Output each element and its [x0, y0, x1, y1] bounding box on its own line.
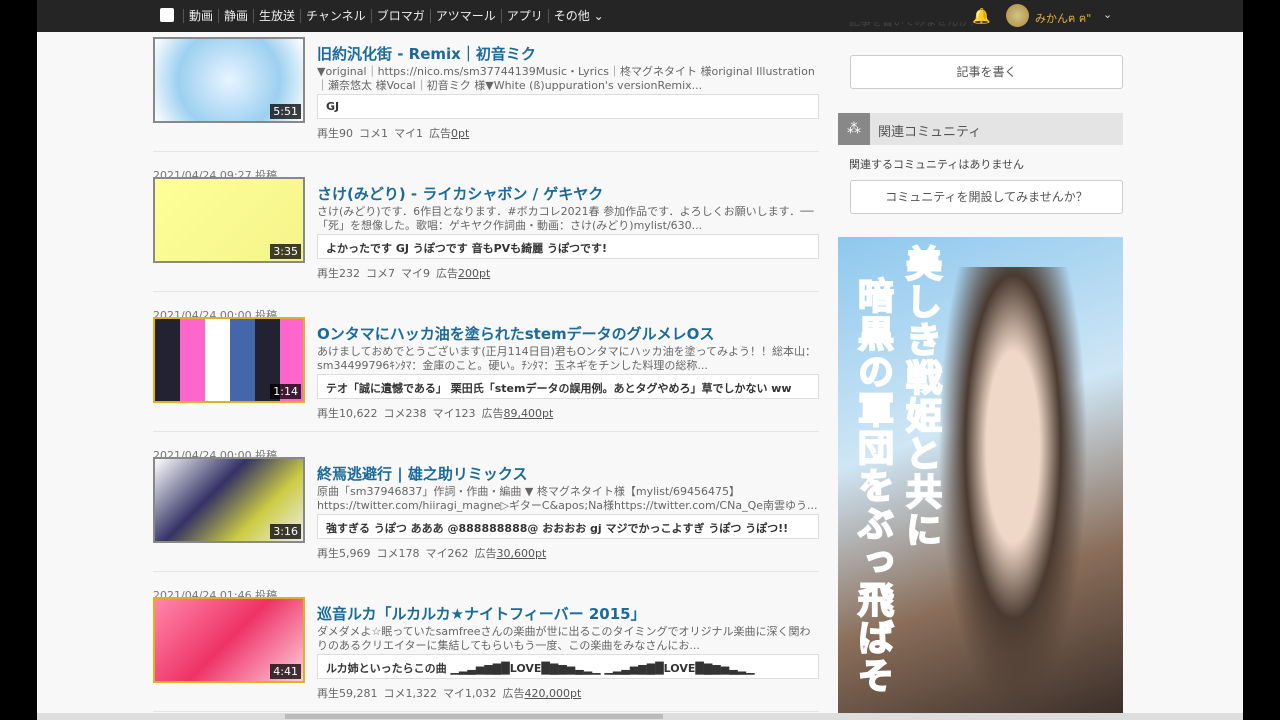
- video-item: 2021/04/24 01:46 投稿 4:41 巡音ルカ「ルカルカ★ナイトフィ…: [153, 587, 819, 720]
- niconico-logo-icon[interactable]: [160, 8, 174, 22]
- horizontal-scrollbar[interactable]: [37, 713, 1243, 720]
- nav-live[interactable]: 生放送: [253, 9, 300, 23]
- mylist-count: マイ123: [432, 407, 476, 420]
- comment-count: コメ178: [376, 547, 420, 560]
- nav-seiga[interactable]: 静画: [218, 9, 253, 23]
- ad-points-link[interactable]: 89,400pt: [504, 407, 554, 420]
- mylist-count: マイ1: [394, 127, 423, 140]
- latest-comments: ルカ姉といったらこの曲 ▁▂▃▅▆▇█LOVE█▇▆▅▃▂▁ ▁▂▃▅▆▇█LO…: [317, 654, 819, 679]
- video-thumbnail[interactable]: 1:14: [153, 317, 305, 403]
- video-item: 5:51 旧約汎化街 - Remix｜初音ミク ▼original｜https:…: [153, 27, 819, 167]
- page: 動画 静画 生放送 チャンネル ブロマガ アツマール アプリ その他 ⌄ 🔔 み…: [37, 0, 1243, 720]
- video-thumbnail[interactable]: 5:51: [153, 37, 305, 123]
- comment-count: コメ238: [383, 407, 427, 420]
- ad-banner[interactable]: 美しき戦姫と共に 暗黒の軍団をぶっ飛ばそ: [838, 237, 1123, 717]
- ad-label: 広告: [474, 547, 497, 560]
- create-community-button[interactable]: コミュニティを開設してみませんか？: [850, 180, 1123, 214]
- video-item: 2021/04/24 09:27 投稿 3:35 さけ(みどり) - ライカシャ…: [153, 167, 819, 307]
- video-duration: 1:14: [270, 384, 301, 399]
- video-stats: 再生5,969 コメ178 マイ262 広告30,600pt: [317, 545, 546, 561]
- latest-comments: 強すぎる うぽつ あああ @888888888@ おおおお gj マジでかっこよ…: [317, 514, 819, 539]
- divider: [153, 571, 819, 572]
- video-duration: 3:16: [270, 524, 301, 539]
- ad-label: 広告: [436, 267, 458, 280]
- divider: [153, 151, 819, 152]
- video-duration: 3:35: [270, 244, 301, 259]
- comment-count: コメ7: [366, 267, 395, 280]
- divider: [153, 711, 819, 712]
- video-stats: 再生90 コメ1 マイ1 広告0pt: [317, 125, 469, 141]
- video-stats: 再生232 コメ7 マイ9 広告200pt: [317, 265, 490, 281]
- video-thumbnail[interactable]: 4:41: [153, 597, 305, 683]
- video-item: 2021/04/24 00:00 投稿 1:14 Oンタマにハッカ油を塗られたs…: [153, 307, 819, 447]
- view-count: 再生5,969: [317, 547, 371, 560]
- video-duration: 4:41: [270, 664, 301, 679]
- divider: [153, 431, 819, 432]
- video-stats: 再生59,281 コメ1,322 マイ1,032 広告420,000pt: [317, 685, 581, 701]
- community-icon: ⁂: [838, 113, 870, 145]
- mylist-count: マイ9: [401, 267, 430, 280]
- write-article-button[interactable]: 記事を書く: [850, 55, 1123, 89]
- view-count: 再生90: [317, 127, 353, 140]
- community-header: ⁂ 関連コミュニティ: [838, 113, 1123, 145]
- scrollbar-thumb[interactable]: [285, 714, 663, 719]
- ad-label: 広告: [481, 407, 504, 420]
- video-title-link[interactable]: 終焉逃避行 | 雄之助リミックス: [317, 463, 527, 484]
- view-count: 再生232: [317, 267, 360, 280]
- ad-text-line1: 美しき戦姫と共に: [899, 244, 942, 550]
- view-count: 再生59,281: [317, 687, 378, 700]
- chevron-down-icon: ⌄: [593, 9, 604, 23]
- latest-comments: GJ: [317, 94, 819, 119]
- chevron-down-icon[interactable]: ⌄: [1103, 8, 1112, 21]
- ad-text-line2: 暗黒の軍団をぶっ飛ばそ: [851, 276, 894, 696]
- nav-channel[interactable]: チャンネル: [300, 9, 371, 23]
- video-duration: 5:51: [270, 104, 301, 119]
- video-description: さけ(みどり)です．6作目となります．#ボカコレ2021春 参加作品です．よろし…: [317, 205, 814, 232]
- mylist-count: マイ262: [425, 547, 469, 560]
- video-description: ▼original｜https://nico.ms/sm37744139Musi…: [317, 65, 815, 92]
- nav-blomaga[interactable]: ブロマガ: [370, 9, 430, 23]
- mylist-count: マイ1,032: [443, 687, 497, 700]
- video-description: 原曲「sm37946837」作詞・作曲・編曲 ▼ 柊マグネタイト様【mylist…: [317, 485, 818, 512]
- comment-count: コメ1,322: [383, 687, 438, 700]
- ad-points-link[interactable]: 200pt: [458, 267, 490, 280]
- ad-label: 広告: [429, 127, 451, 140]
- video-thumbnail[interactable]: 3:35: [153, 177, 305, 263]
- community-none-text: 関連するコミュニティはありません: [849, 158, 1025, 171]
- username[interactable]: みかんฅ ฅ": [1035, 9, 1091, 27]
- latest-comments: よかったです GJ うぽつです 音もPVも綺麗 うぽつです!: [317, 234, 819, 259]
- nav-douga[interactable]: 動画: [183, 9, 218, 23]
- video-title-link[interactable]: さけ(みどり) - ライカシャボン / ゲキヤク: [317, 183, 603, 204]
- avatar[interactable]: [1006, 4, 1029, 27]
- video-title-link[interactable]: 巡音ルカ「ルカルカ★ナイトフィーバー 2015」: [317, 603, 646, 624]
- ad-label: 広告: [502, 687, 525, 700]
- nav-atsumaru[interactable]: アツマール: [429, 9, 501, 23]
- video-thumbnail[interactable]: 3:16: [153, 457, 305, 543]
- divider: [153, 291, 819, 292]
- nav-more-label: その他: [553, 9, 590, 23]
- video-description: あけましておめでとうございます(正月114日目)君もOンタマにハッカ油を塗ってみ…: [317, 345, 817, 372]
- article-prompt: 記事を書いてみませんか？: [849, 22, 980, 32]
- nav-more[interactable]: その他 ⌄: [547, 9, 609, 23]
- latest-comments: テオ「誠に遺憾である」 栗田氏「stemデータの誤用例。あとタグやめろ」草でしか…: [317, 374, 819, 399]
- ad-points-link[interactable]: 420,000pt: [525, 687, 582, 700]
- ad-points-link[interactable]: 0pt: [451, 127, 469, 140]
- community-title: 関連コミュニティ: [878, 125, 982, 140]
- ad-points-link[interactable]: 30,600pt: [497, 547, 547, 560]
- video-stats: 再生10,622 コメ238 マイ123 広告89,400pt: [317, 405, 553, 421]
- video-item: 2021/04/24 00:00 投稿 3:16 終焉逃避行 | 雄之助リミック…: [153, 447, 819, 587]
- video-title-link[interactable]: Oンタマにハッカ油を塗られたstemデータのグルメレOス: [317, 323, 714, 344]
- comment-count: コメ1: [359, 127, 388, 140]
- video-title-link[interactable]: 旧約汎化街 - Remix｜初音ミク: [317, 43, 536, 64]
- view-count: 再生10,622: [317, 407, 378, 420]
- video-description: ダメダメよ☆眠っていたsamfreeさんの楽曲が世に出るこのタイミングでオリジナ…: [317, 625, 811, 652]
- ad-character-image: [938, 267, 1088, 717]
- nav-app[interactable]: アプリ: [500, 9, 548, 23]
